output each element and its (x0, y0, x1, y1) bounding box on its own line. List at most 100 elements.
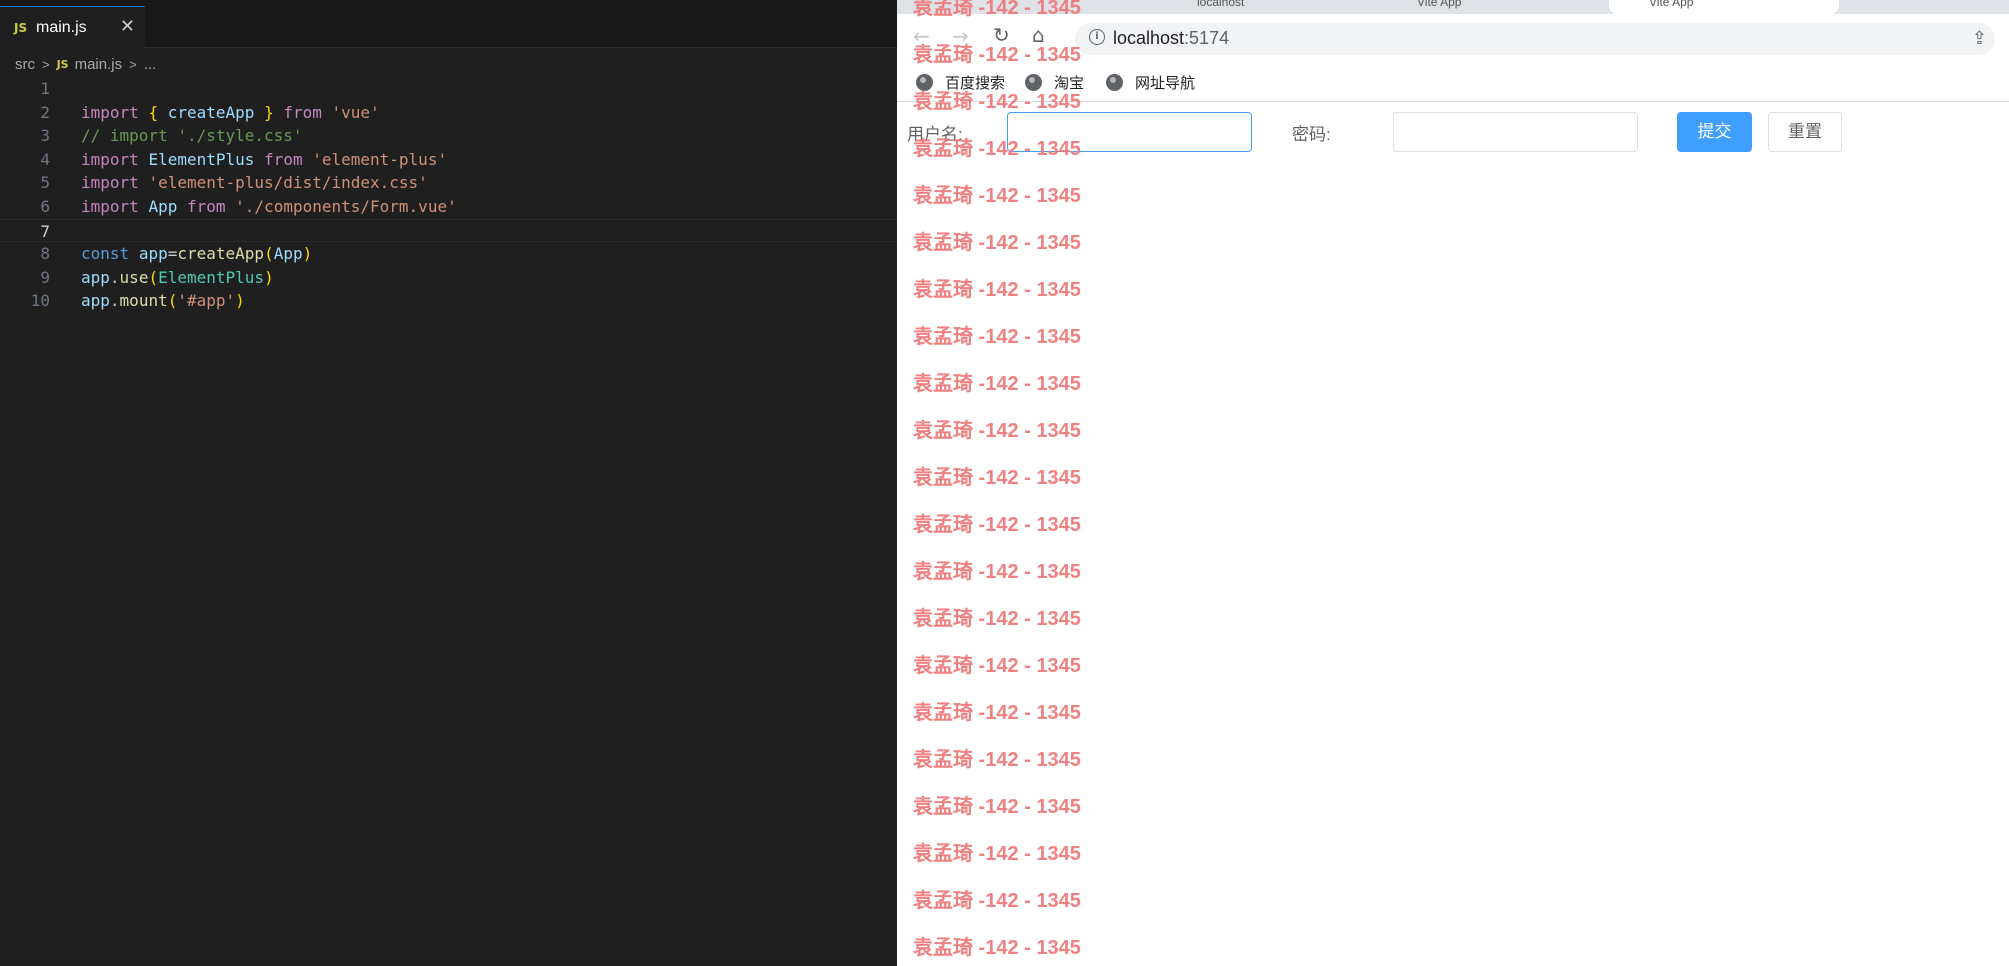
editor-tab-main-js[interactable]: JS main.js ✕ (0, 6, 145, 49)
watermark-text: 袁孟琦 -142 - 1345 (913, 843, 1081, 865)
watermark-text: 袁孟琦 -142 - 1345 (913, 890, 1081, 912)
watermark-text: 袁孟琦 -142 - 1345 (913, 373, 1081, 395)
code-token: from (283, 102, 322, 122)
line-number: 7 (40, 221, 50, 241)
code-token: ElementPlus (148, 149, 255, 169)
watermark-text: 袁孟琦 -142 - 1345 (913, 279, 1081, 301)
code-token: createApp (177, 244, 265, 264)
code-token: ( (148, 267, 159, 287)
password-label: 密码: (1292, 125, 1331, 144)
browser-tab-vite-app-active[interactable]: Vite App (1609, 0, 1839, 14)
code-line[interactable]: 9 app.use(ElementPlus) (0, 266, 897, 290)
close-icon[interactable]: ✕ (120, 16, 135, 37)
code-token: import (81, 173, 139, 193)
line-number: 10 (30, 291, 50, 311)
code-token: ( (264, 244, 274, 264)
login-form: 用户名: 密码: 提交 重置 (897, 102, 2009, 162)
browser-tab-strip: localhost Vite App Vite App (897, 0, 2009, 14)
chevron-right-icon: > (129, 56, 137, 72)
info-icon[interactable]: i (1089, 29, 1105, 45)
code-text: const app=createApp(App) (81, 242, 312, 266)
password-input[interactable] (1393, 112, 1638, 152)
code-line[interactable]: 4 import ElementPlus from 'element-plus' (0, 148, 897, 172)
breadcrumb-folder[interactable]: src (15, 56, 35, 73)
code-token: 'element-plus/dist/index.css' (148, 173, 428, 193)
code-line[interactable]: 5 import 'element-plus/dist/index.css' (0, 171, 897, 195)
url-text: localhost:5174 (1113, 28, 1230, 48)
browser-tab-localhost[interactable]: localhost (1157, 0, 1377, 14)
code-line[interactable]: 10 app.mount('#app') (0, 289, 897, 313)
watermark-text: 袁孟琦 -142 - 1345 (913, 749, 1081, 771)
code-token: . (109, 267, 120, 287)
code-text: import ElementPlus from 'element-plus' (81, 148, 447, 172)
code-line[interactable]: 3 // import './style.css' (0, 124, 897, 148)
breadcrumb: src > JS main.js > ... (15, 52, 156, 76)
bookmark-baidu[interactable]: 百度搜索 (916, 72, 1005, 93)
address-bar[interactable]: i localhost:5174 ⇪ (1075, 23, 1995, 55)
code-token: import (81, 149, 139, 169)
code-token: ElementPlus (158, 267, 265, 287)
reload-icon[interactable]: ↻ (993, 23, 1010, 47)
code-line[interactable]: 2 import { createApp } from 'vue' (0, 101, 897, 125)
js-file-icon: JS (56, 57, 69, 71)
code-editor: JS main.js ✕ src > JS main.js > ... 1 2 im… (0, 0, 897, 966)
code-text: import { createApp } from 'vue' (81, 101, 380, 125)
forward-arrow-icon[interactable]: → (952, 24, 969, 48)
code-text: app.mount('#app') (81, 289, 245, 313)
code-token: from (186, 196, 226, 216)
home-icon[interactable]: ⌂ (1032, 23, 1045, 47)
chevron-right-icon: > (42, 56, 50, 72)
watermark-text: 袁孟琦 -142 - 1345 (913, 514, 1081, 536)
username-label: 用户名: (907, 125, 963, 144)
watermark-text: 袁孟琦 -142 - 1345 (913, 561, 1081, 583)
js-file-icon: JS (14, 21, 28, 35)
code-line[interactable]: 6 import App from './components/Form.vue' (0, 195, 897, 219)
code-line[interactable]: 7 (0, 218, 897, 243)
bookmark-nav[interactable]: 网址导航 (1106, 72, 1195, 93)
code-area[interactable]: 1 2 import { createApp } from 'vue' 3 // imp… (0, 77, 897, 313)
code-token: 'element-plus' (312, 149, 448, 169)
username-input[interactable] (1007, 112, 1252, 152)
watermark-text: 袁孟琦 -142 - 1345 (913, 937, 1081, 959)
watermark-text: 袁孟琦 -142 - 1345 (913, 796, 1081, 818)
code-line[interactable]: 8 const app=createApp(App) (0, 242, 897, 266)
code-text: app.use(ElementPlus) (81, 266, 274, 290)
bookmark-taobao[interactable]: 淘宝 (1025, 72, 1084, 93)
editor-tab-bar: JS main.js ✕ (0, 0, 897, 49)
submit-button[interactable]: 提交 (1677, 112, 1752, 152)
browser-toolbar: ← → ↻ ⌂ i localhost:5174 ⇪ (897, 14, 2009, 64)
watermark-text: 袁孟琦 -142 - 1345 (913, 232, 1081, 254)
code-token: './components/Form.vue' (235, 196, 457, 216)
code-token: import (81, 196, 139, 216)
code-token: ) (264, 267, 274, 287)
line-number: 2 (40, 102, 50, 122)
share-icon[interactable]: ⇪ (1972, 28, 1987, 49)
code-token: App (148, 196, 178, 216)
breadcrumb-file[interactable]: main.js (75, 56, 123, 73)
browser-window: localhost Vite App Vite App ← → ↻ ⌂ i lo… (897, 0, 2009, 966)
code-token: const (81, 244, 130, 264)
breadcrumb-more[interactable]: ... (144, 56, 157, 73)
globe-icon (1025, 74, 1042, 91)
line-number: 3 (40, 126, 50, 146)
code-token: import (81, 102, 139, 122)
code-line[interactable]: 1 (0, 77, 897, 101)
browser-tab-vite-app[interactable]: Vite App (1387, 0, 1607, 14)
globe-icon (1106, 74, 1123, 91)
code-token: ) (302, 244, 313, 264)
line-number: 9 (40, 267, 50, 287)
code-token: app (81, 267, 110, 287)
back-arrow-icon[interactable]: ← (913, 24, 930, 48)
reset-button[interactable]: 重置 (1768, 112, 1842, 152)
code-text: import 'element-plus/dist/index.css' (81, 171, 428, 195)
code-token: app (81, 291, 110, 311)
code-token: App (273, 244, 303, 264)
code-token: mount (119, 291, 168, 311)
